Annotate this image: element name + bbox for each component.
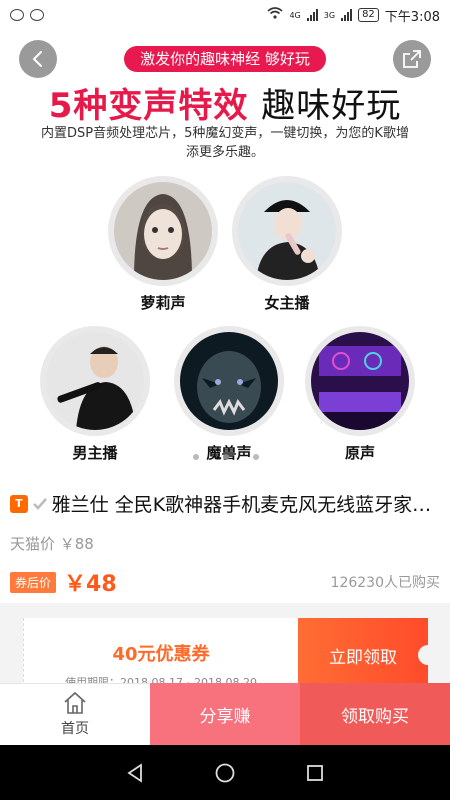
network-type-2: 3G <box>323 10 336 20</box>
back-button[interactable] <box>19 40 57 78</box>
wifi-icon <box>267 7 283 23</box>
checkmark-icon <box>32 496 48 512</box>
carousel-pager <box>193 454 259 460</box>
battery-icon: 82 <box>358 8 379 22</box>
chevron-left-icon <box>32 51 42 67</box>
signal-icon-2 <box>341 9 353 21</box>
effect-ring <box>108 176 218 286</box>
effect-original: 原声 <box>305 326 415 463</box>
price-left: 券后价 ￥48 <box>10 566 117 598</box>
nav-home-icon[interactable] <box>214 762 236 784</box>
slogan-pill: 激发你的趣味神经 够好玩 <box>124 46 326 72</box>
coupon-amount: 40元优惠券 <box>112 644 210 665</box>
product-page: 4G 3G 82 下午3:08 激发你的趣味神经 够好玩 5种变声特效 趣味好玩… <box>0 0 450 800</box>
product-info: T 雅兰仕 全民K歌神器手机麦克风无线蓝牙家用... 天猫价 ￥88 券后价 ￥… <box>0 490 450 598</box>
nav-back-icon[interactable] <box>124 762 146 784</box>
effect-label: 萝莉声 <box>140 294 186 312</box>
effect-male-host: 男主播 <box>40 326 150 463</box>
system-nav-bar <box>0 745 450 800</box>
share-earn-button[interactable]: 分享赚 <box>150 683 300 745</box>
network-type-1: 4G <box>289 10 301 20</box>
coupon-info: 40元优惠券 使用期限：2018.08.17 - 2018.08.20 <box>23 618 298 692</box>
tmall-badge-icon: T <box>10 494 28 513</box>
effect-female-host: 女主播 <box>232 176 342 313</box>
status-right: 4G 3G 82 下午3:08 <box>267 6 440 25</box>
effect-label: 原声 <box>344 444 375 462</box>
effect-ring <box>40 326 150 436</box>
claim-coupon-button[interactable]: 立即领取 <box>298 618 428 692</box>
original-price: 天猫价 ￥88 <box>10 535 94 553</box>
share-button[interactable] <box>393 40 431 78</box>
effect-ring <box>305 326 415 436</box>
effect-loli: 萝莉声 <box>108 176 218 313</box>
effect-photo-male-host <box>46 332 144 430</box>
wechat-icon <box>30 9 44 21</box>
hotspot-icon <box>10 9 24 21</box>
nav-recents-icon[interactable] <box>304 762 326 784</box>
status-bar: 4G 3G 82 下午3:08 <box>0 0 450 30</box>
banner-headline: 5种变声特效 趣味好玩 <box>0 78 450 127</box>
effect-label: 女主播 <box>264 294 310 312</box>
home-label: 首页 <box>61 721 89 737</box>
signal-icon-1 <box>306 9 318 21</box>
after-coupon-tag: 券后价 <box>10 571 57 593</box>
status-left <box>10 9 44 21</box>
banner-subtext: 内置DSP音频处理芯片，5种魔幻变声，一键切换，为您的K歌增添更多乐趣。 <box>41 126 409 160</box>
effect-ring <box>174 326 284 436</box>
home-icon <box>64 691 86 714</box>
headline-red: 5种变声特效 <box>48 86 249 126</box>
effect-label: 男主播 <box>72 444 118 462</box>
home-button[interactable]: 首页 <box>0 683 150 745</box>
headline-dark: 趣味好玩 <box>261 86 402 126</box>
title-row: T 雅兰仕 全民K歌神器手机麦克风无线蓝牙家用... <box>10 490 440 517</box>
current-price: ￥48 <box>64 572 117 597</box>
effect-photo-girl <box>114 182 212 280</box>
pager-dot[interactable] <box>253 454 259 460</box>
product-banner[interactable]: 激发你的趣味神经 够好玩 5种变声特效 趣味好玩 内置DSP音频处理芯片，5种魔… <box>0 30 450 470</box>
share-icon <box>403 50 421 68</box>
effect-warcraft: 魔兽声 <box>174 326 284 463</box>
effect-ring <box>232 176 342 286</box>
effect-photo-ktv-room <box>311 332 409 430</box>
pager-dot[interactable] <box>193 454 199 460</box>
sold-count: 126230人已购买 <box>330 575 440 591</box>
clock: 下午3:08 <box>384 9 440 25</box>
pager-dot-active[interactable] <box>223 454 229 460</box>
effect-photo-female-host <box>238 182 336 280</box>
claim-buy-button[interactable]: 领取购买 <box>300 683 450 745</box>
product-title[interactable]: 雅兰仕 全民K歌神器手机麦克风无线蓝牙家用... <box>52 490 440 517</box>
effect-photo-warcraft <box>180 332 278 430</box>
price-row: 券后价 ￥48 126230人已购买 <box>10 566 440 598</box>
coupon-card[interactable]: 40元优惠券 使用期限：2018.08.17 - 2018.08.20 立即领取 <box>23 618 428 692</box>
bottom-action-bar: 首页 分享赚 领取购买 <box>0 683 450 745</box>
